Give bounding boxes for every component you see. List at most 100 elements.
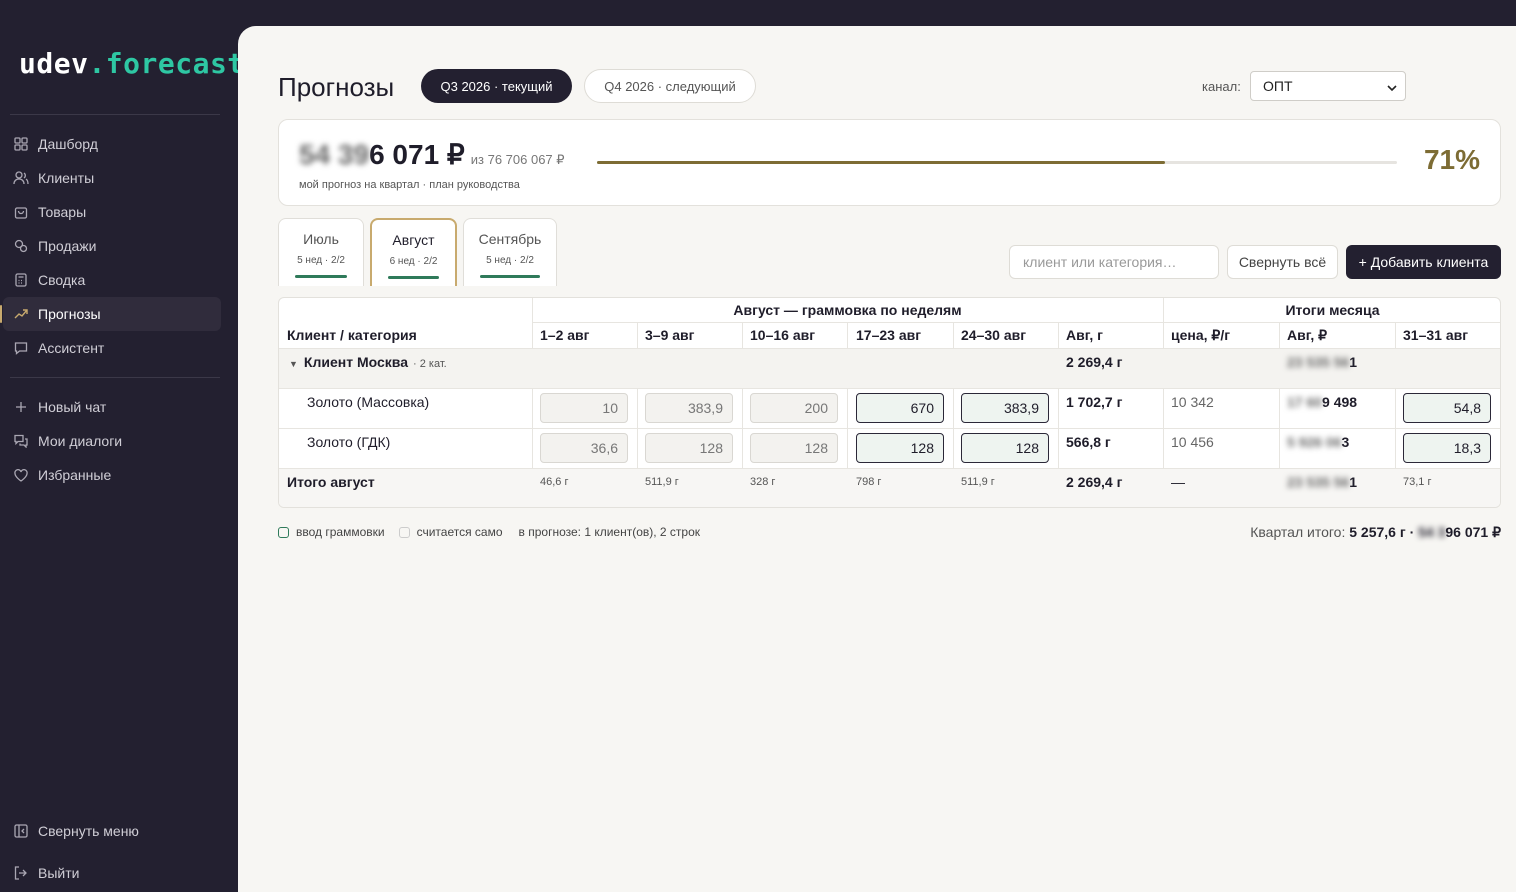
week-gram-input[interactable]: 36,6: [540, 433, 628, 463]
col-header-week: 3–9 авг: [645, 327, 695, 343]
quarter-total-grams: 5 257,6 г ·: [1349, 524, 1415, 540]
client-total-rub-hidden: 23 535 56: [1287, 354, 1350, 370]
total-last-week: 73,1 г: [1403, 476, 1432, 488]
week-gram-input[interactable]: 383,9: [645, 393, 733, 423]
sales-icon: [12, 237, 30, 255]
quarter-tab-current[interactable]: Q3 2026 · текущий: [421, 69, 572, 103]
input-legend-swatch: [278, 526, 289, 538]
sidebar-item-label: Сводка: [38, 272, 86, 288]
week-gram-input[interactable]: 128: [645, 433, 733, 463]
row-price: 10 342: [1171, 394, 1214, 410]
week-gram-input[interactable]: 128: [856, 433, 944, 463]
week-gram-input[interactable]: 128: [961, 433, 1049, 463]
last-week-input[interactable]: 54,8: [1403, 393, 1491, 423]
sidebar-item-label: Ассистент: [38, 340, 105, 356]
month-tab-september[interactable]: Сентябрь 5 нед · 2/2: [463, 218, 557, 286]
col-header-client[interactable]: Клиент / категория: [287, 327, 417, 343]
auto-legend-swatch: [398, 526, 410, 538]
col-header-avg-rub: Авг, ₽: [1287, 327, 1328, 343]
sidebar-item-assistant[interactable]: Ассистент: [3, 331, 221, 365]
forecast-table: Август — граммовка по неделям Итоги меся…: [278, 297, 1501, 508]
sidebar-item-sales[interactable]: Продажи: [3, 229, 221, 263]
row-total-rub-visible: 9 498: [1322, 394, 1358, 410]
bag-icon: [12, 203, 30, 221]
forecast-amount: 54 39 6 071 ₽ из 76 706 067 ₽: [299, 138, 565, 171]
legend-input-label: ввод граммовки: [296, 525, 385, 539]
client-total-rub: 23 535 561: [1287, 354, 1357, 370]
row-total-rub: 5 926 063: [1287, 434, 1349, 450]
month-tab-august[interactable]: Август 6 нед · 2/2: [370, 218, 457, 286]
main-content: Прогнозы Q3 2026 · текущий Q4 2026 · сле…: [238, 26, 1516, 892]
users-icon: [12, 169, 30, 187]
week-gram-input[interactable]: 383,9: [961, 393, 1049, 423]
channel-select-value: ОПТ: [1263, 78, 1293, 94]
quarter-tab-next[interactable]: Q4 2026 · следующий: [584, 69, 756, 103]
expand-triangle-icon[interactable]: ▼: [289, 359, 298, 369]
sidebar-item-label: Клиенты: [38, 170, 95, 186]
week-gram-input[interactable]: 128: [750, 433, 838, 463]
sidebar-item-label: Избранные: [38, 467, 112, 483]
plan-percent: 71%: [1423, 144, 1480, 175]
total-avg-rub-hidden: 23 535 56: [1287, 474, 1350, 490]
page-title: Прогнозы: [278, 72, 395, 102]
plan-amount: из 76 706 067 ₽: [470, 152, 565, 167]
heart-icon: [12, 466, 30, 484]
sidebar-item-products[interactable]: Товары: [3, 195, 221, 229]
total-week: 328 г: [750, 476, 776, 488]
total-avg-rub-visible: 1: [1349, 474, 1358, 490]
forecast-count-text: в прогнозе: 1 клиент(ов), 2 строк: [518, 525, 701, 539]
week-gram-input[interactable]: 670: [856, 393, 944, 423]
row-total-g: 1 702,7 г: [1066, 394, 1123, 410]
col-header-price: цена, ₽/г: [1171, 327, 1231, 343]
week-gram-input[interactable]: 10: [540, 393, 628, 423]
dialogs-icon: [12, 432, 30, 450]
sidebar-item-label: Товары: [38, 204, 87, 220]
plan-progress-fill: [597, 161, 1165, 164]
sidebar-item-clients[interactable]: Клиенты: [3, 161, 221, 195]
sidebar-item-label: Новый чат: [38, 399, 107, 415]
quarter-total-rub-visible: 96 071 ₽: [1445, 524, 1501, 540]
sidebar-item-new-chat[interactable]: Новый чат: [3, 390, 221, 424]
sidebar-item-label: Продажи: [38, 238, 97, 254]
chat-icon: [12, 339, 30, 357]
row-total-rub: 17 609 498: [1287, 394, 1357, 410]
collapse-all-button[interactable]: Свернуть всё: [1227, 245, 1338, 279]
row-total-rub-visible: 3: [1341, 434, 1350, 450]
client-name: Клиент Москва: [303, 354, 408, 370]
quarter-summary-card: 54 39 6 071 ₽ из 76 706 067 ₽ мой прогноз …: [278, 119, 1501, 206]
client-row[interactable]: ▼ Клиент Москва · 2 кат.: [289, 354, 447, 370]
week-gram-input[interactable]: 200: [750, 393, 838, 423]
channel-select[interactable]: ОПТ: [1250, 71, 1406, 101]
collapse-menu-label: Свернуть меню: [38, 823, 139, 839]
collapse-icon: [12, 822, 30, 840]
sidebar: udev.forecast Дашборд Клиенты Товары Про…: [0, 0, 244, 892]
sidebar-item-favorites[interactable]: Избранные: [3, 458, 221, 492]
app-logo[interactable]: udev.forecast: [19, 47, 245, 80]
client-category-count: · 2 кат.: [413, 358, 447, 370]
sidebar-item-dashboard[interactable]: Дашборд: [3, 127, 221, 161]
calculator-icon: [12, 271, 30, 289]
quarter-total-label: Квартал итого:: [1250, 524, 1346, 540]
forecast-amount-hidden: 54 39: [299, 139, 370, 170]
sidebar-item-forecasts[interactable]: Прогнозы: [0, 297, 221, 331]
total-week: 511,9 г: [645, 476, 679, 488]
collapse-menu-button[interactable]: Свернуть меню: [3, 814, 221, 848]
row-total-g: 566,8 г: [1066, 434, 1111, 450]
row-total-rub-hidden: 5 926 06: [1287, 434, 1342, 450]
col-header-week: 10–16 авг: [750, 327, 816, 343]
last-week-input[interactable]: 18,3: [1403, 433, 1491, 463]
total-week: 798 г: [856, 476, 882, 488]
logo-accent-text: .forecast: [88, 47, 245, 80]
client-total-g: 2 269,4 г: [1066, 354, 1123, 370]
add-client-button[interactable]: + Добавить клиента: [1346, 245, 1501, 279]
client-search-input[interactable]: клиент или категория…: [1009, 245, 1219, 279]
weekly-group-header: Август — граммовка по неделям: [733, 302, 962, 318]
month-tab-progress: [480, 275, 540, 278]
logout-label: Выйти: [38, 865, 80, 881]
total-week: 511,9 г: [961, 476, 995, 488]
sidebar-item-label: Мои диалоги: [38, 433, 123, 449]
sidebar-item-my-dialogs[interactable]: Мои диалоги: [3, 424, 221, 458]
sidebar-item-summary[interactable]: Сводка: [3, 263, 221, 297]
logout-button[interactable]: Выйти: [3, 856, 221, 890]
month-tab-july[interactable]: Июль 5 нед · 2/2: [278, 218, 364, 286]
